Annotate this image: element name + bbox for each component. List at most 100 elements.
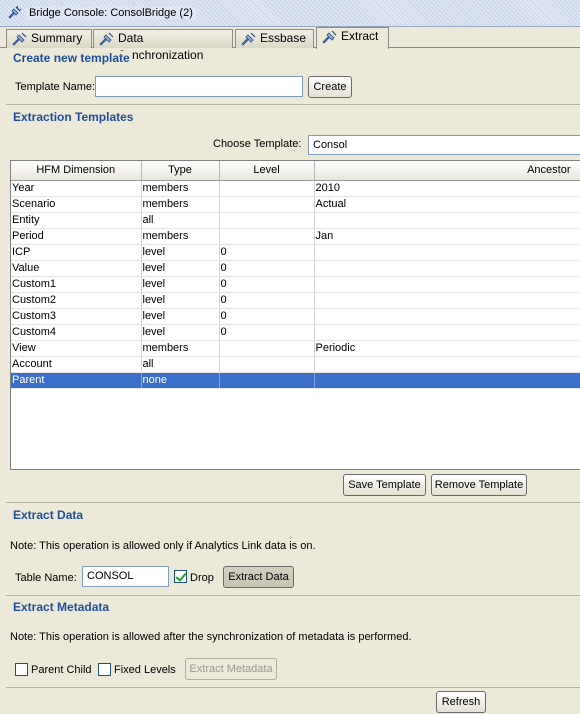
table-cell-ancestor[interactable]: Actual: [314, 196, 580, 213]
table-cell-level[interactable]: 0: [219, 244, 315, 261]
table-cell-ancestor[interactable]: [314, 244, 580, 261]
table-cell-ancestor[interactable]: [314, 260, 580, 277]
table-cell-ancestor[interactable]: [314, 324, 580, 341]
table-cell-dimension[interactable]: Period: [11, 228, 142, 245]
table-row[interactable]: Scenario members Actual: [11, 196, 580, 213]
table-cell-level[interactable]: [219, 372, 315, 389]
table-cell-dimension[interactable]: Custom1: [11, 276, 142, 293]
table-cell-type[interactable]: members: [141, 180, 220, 197]
table-cell-level[interactable]: 0: [219, 260, 315, 277]
table-cell-level[interactable]: 0: [219, 292, 315, 309]
table-cell-level[interactable]: [219, 196, 315, 213]
table-cell-dimension[interactable]: Year: [11, 180, 142, 197]
tab-summary[interactable]: Summary: [6, 29, 92, 48]
table-cell-ancestor[interactable]: [314, 276, 580, 293]
table-cell-type[interactable]: level: [141, 244, 220, 261]
table-cell-dimension[interactable]: Custom3: [11, 308, 142, 325]
table-row[interactable]: Custom2 level 0: [11, 292, 580, 309]
table-cell-ancestor[interactable]: [314, 372, 580, 389]
bridge-plug-icon: [99, 32, 114, 46]
create-button[interactable]: Create: [308, 76, 352, 98]
table-row[interactable]: Entity all: [11, 212, 580, 229]
table-cell-ancestor[interactable]: [314, 308, 580, 325]
tab-label: Essbase: [260, 31, 307, 45]
table-cell-level[interactable]: 0: [219, 276, 315, 293]
table-row[interactable]: Custom4 level 0: [11, 324, 580, 341]
table-row[interactable]: Custom1 level 0: [11, 276, 580, 293]
table-cell-level[interactable]: [219, 356, 315, 373]
table-cell-level[interactable]: 0: [219, 308, 315, 325]
column-header-ancestor[interactable]: Ancestor: [314, 161, 580, 181]
table-cell-ancestor[interactable]: [314, 292, 580, 309]
parent-child-label: Parent Child: [31, 664, 92, 676]
table-cell-level[interactable]: [219, 212, 315, 229]
table-row[interactable]: Parent none: [11, 372, 580, 389]
section-title-extraction: Extraction Templates: [11, 110, 136, 124]
table-cell-dimension[interactable]: View: [11, 340, 142, 357]
table-cell-type[interactable]: all: [141, 212, 220, 229]
table-cell-ancestor[interactable]: [314, 356, 580, 373]
table-name-input[interactable]: CONSOL: [82, 566, 169, 587]
table-cell-type[interactable]: none: [141, 372, 220, 389]
table-row-empty: [11, 404, 580, 420]
fixed-levels-checkbox[interactable]: [98, 663, 111, 676]
table-cell-ancestor[interactable]: [314, 212, 580, 229]
tab-data-synchronization[interactable]: Data Synchronization: [93, 29, 233, 62]
table-cell-ancestor[interactable]: 2010: [314, 180, 580, 197]
table-cell-type[interactable]: members: [141, 228, 220, 245]
table-cell-type[interactable]: level: [141, 292, 220, 309]
table-cell-type[interactable]: all: [141, 356, 220, 373]
table-cell-type[interactable]: level: [141, 260, 220, 277]
choose-template-select[interactable]: Consol: [308, 135, 580, 155]
table-cell-level[interactable]: 0: [219, 324, 315, 341]
template-name-label: Template Name:: [15, 81, 96, 93]
table-row[interactable]: Period members Jan: [11, 228, 580, 245]
extract-data-button[interactable]: Extract Data: [223, 566, 294, 588]
table-cell-level[interactable]: [219, 228, 315, 245]
extract-metadata-button[interactable]: Extract Metadata: [185, 658, 277, 680]
table-cell-level[interactable]: [219, 340, 315, 357]
drop-checkbox[interactable]: [174, 570, 187, 583]
save-template-button[interactable]: Save Template: [343, 474, 426, 496]
table-row-empty: [11, 388, 580, 404]
column-header-level[interactable]: Level: [219, 161, 315, 181]
table-cell-dimension[interactable]: Custom2: [11, 292, 142, 309]
table-cell-ancestor[interactable]: Periodic: [314, 340, 580, 357]
table-cell-dimension[interactable]: ICP: [11, 244, 142, 261]
table-row[interactable]: Value level 0: [11, 260, 580, 277]
table-row-empty: [11, 420, 580, 436]
table-cell-dimension[interactable]: Parent: [11, 372, 142, 389]
parent-child-checkbox[interactable]: [15, 663, 28, 676]
extraction-table: HFM Dimension Type Level Ancestor Year me…: [10, 160, 580, 470]
tab-essbase[interactable]: Essbase: [235, 29, 314, 48]
table-cell-dimension[interactable]: Value: [11, 260, 142, 277]
extract-data-note: Note: This operation is allowed only if …: [10, 540, 316, 552]
table-row[interactable]: Year members 2010: [11, 180, 580, 197]
table-cell-level[interactable]: [219, 180, 315, 197]
table-cell-type[interactable]: level: [141, 308, 220, 325]
table-row[interactable]: View members Periodic: [11, 340, 580, 357]
window-title: Bridge Console: ConsolBridge (2): [26, 7, 196, 19]
remove-template-button[interactable]: Remove Template: [431, 474, 527, 496]
tab-label: Summary: [31, 31, 83, 45]
column-header-type[interactable]: Type: [141, 161, 220, 181]
table-cell-dimension[interactable]: Entity: [11, 212, 142, 229]
table-row[interactable]: Account all: [11, 356, 580, 373]
table-cell-type[interactable]: level: [141, 324, 220, 341]
table-cell-ancestor[interactable]: Jan: [314, 228, 580, 245]
bridge-plug-icon: [241, 32, 256, 46]
table-cell-dimension[interactable]: Scenario: [11, 196, 142, 213]
fixed-levels-label: Fixed Levels: [114, 664, 176, 676]
table-name-label: Table Name:: [15, 572, 77, 584]
table-cell-type[interactable]: level: [141, 276, 220, 293]
table-cell-dimension[interactable]: Custom4: [11, 324, 142, 341]
table-row[interactable]: Custom3 level 0: [11, 308, 580, 325]
tab-extract[interactable]: Extract: [316, 27, 389, 49]
table-row[interactable]: ICP level 0: [11, 244, 580, 261]
refresh-button[interactable]: Refresh: [436, 691, 486, 713]
table-cell-type[interactable]: members: [141, 196, 220, 213]
table-cell-dimension[interactable]: Account: [11, 356, 142, 373]
column-header-dimension[interactable]: HFM Dimension: [11, 161, 142, 181]
template-name-input[interactable]: [95, 76, 303, 97]
table-cell-type[interactable]: members: [141, 340, 220, 357]
